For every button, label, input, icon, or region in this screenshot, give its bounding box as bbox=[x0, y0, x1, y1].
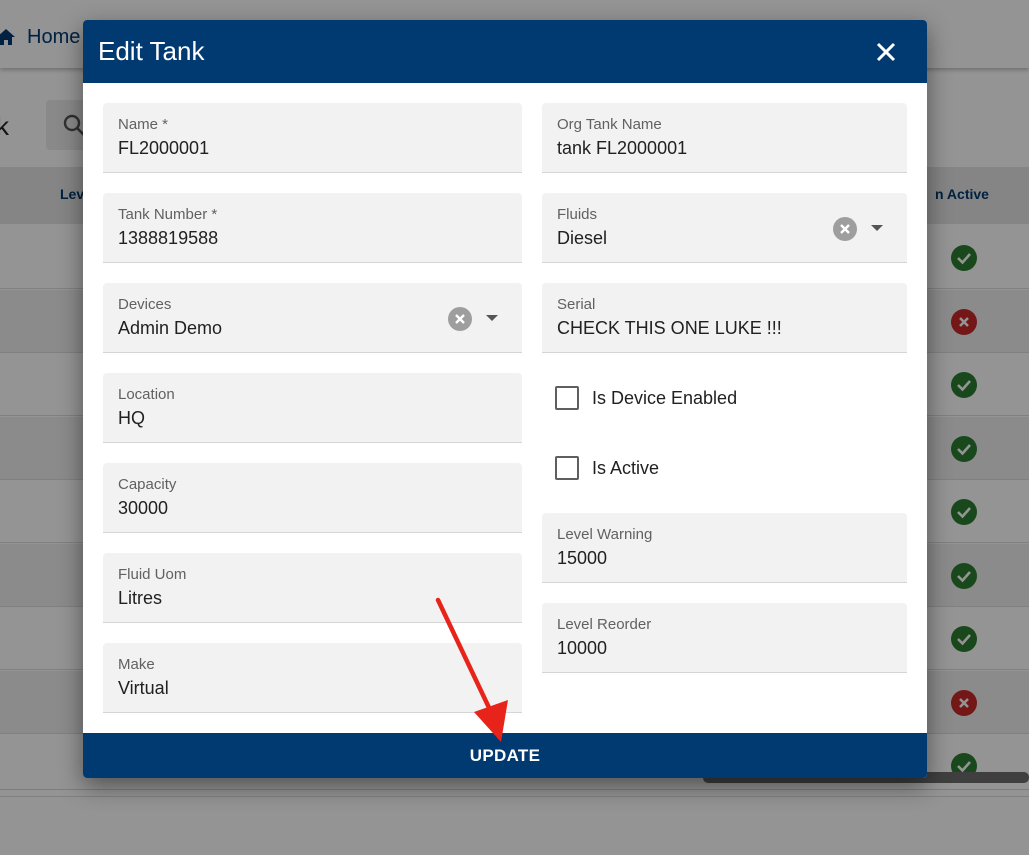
is-active-box[interactable] bbox=[555, 456, 579, 480]
location-label: Location bbox=[118, 386, 175, 403]
name-value[interactable]: FL2000001 bbox=[118, 138, 209, 159]
name-field[interactable]: Name * FL2000001 bbox=[103, 103, 522, 173]
make-field[interactable]: Make Virtual bbox=[103, 643, 522, 713]
tank-number-value[interactable]: 1388819588 bbox=[118, 228, 218, 249]
fluids-chevron-down-icon[interactable] bbox=[871, 225, 883, 231]
dialog-title: Edit Tank bbox=[98, 36, 205, 66]
fluids-clear-icon[interactable] bbox=[833, 217, 857, 241]
close-button[interactable] bbox=[871, 37, 901, 67]
fluid-uom-field[interactable]: Fluid Uom Litres bbox=[103, 553, 522, 623]
serial-field[interactable]: Serial CHECK THIS ONE LUKE !!! bbox=[542, 283, 907, 353]
is-active-label[interactable]: Is Active bbox=[592, 458, 659, 479]
edit-tank-dialog: Edit Tank Name * FL2000001 Tank Number *… bbox=[83, 20, 927, 778]
fluids-label: Fluids bbox=[557, 206, 598, 223]
capacity-field[interactable]: Capacity 30000 bbox=[103, 463, 522, 533]
make-label: Make bbox=[118, 656, 155, 673]
is-device-enabled-checkbox[interactable]: Is Device Enabled bbox=[555, 384, 855, 412]
is-device-enabled-box[interactable] bbox=[555, 386, 579, 410]
tank-number-label: Tank Number * bbox=[118, 206, 218, 223]
dialog-header: Edit Tank bbox=[83, 20, 927, 83]
level-warning-field[interactable]: Level Warning 15000 bbox=[542, 513, 907, 583]
serial-label: Serial bbox=[557, 296, 596, 313]
update-button-label: UPDATE bbox=[469, 746, 541, 765]
level-reorder-label: Level Reorder bbox=[557, 616, 652, 633]
is-device-enabled-label[interactable]: Is Device Enabled bbox=[592, 388, 737, 409]
level-warning-label: Level Warning bbox=[557, 526, 653, 543]
org-tank-name-field[interactable]: Org Tank Name tank FL2000001 bbox=[542, 103, 907, 173]
devices-value[interactable]: Admin Demo bbox=[118, 318, 222, 339]
update-button[interactable]: UPDATE bbox=[83, 733, 927, 778]
devices-select[interactable]: Devices Admin Demo bbox=[103, 283, 522, 353]
org-tank-name-label: Org Tank Name bbox=[557, 116, 662, 133]
make-value[interactable]: Virtual bbox=[118, 678, 169, 699]
close-icon bbox=[876, 42, 896, 62]
fluids-select[interactable]: Fluids Diesel bbox=[542, 193, 907, 263]
location-field[interactable]: Location HQ bbox=[103, 373, 522, 443]
level-warning-value[interactable]: 15000 bbox=[557, 548, 607, 569]
devices-label: Devices bbox=[118, 296, 172, 313]
devices-chevron-down-icon[interactable] bbox=[486, 315, 498, 321]
serial-value[interactable]: CHECK THIS ONE LUKE !!! bbox=[557, 318, 782, 339]
level-reorder-field[interactable]: Level Reorder 10000 bbox=[542, 603, 907, 673]
capacity-value[interactable]: 30000 bbox=[118, 498, 168, 519]
capacity-label: Capacity bbox=[118, 476, 177, 493]
name-label: Name * bbox=[118, 116, 169, 133]
fluid-uom-value[interactable]: Litres bbox=[118, 588, 162, 609]
is-active-checkbox[interactable]: Is Active bbox=[555, 454, 855, 482]
level-reorder-value[interactable]: 10000 bbox=[557, 638, 607, 659]
fluid-uom-label: Fluid Uom bbox=[118, 566, 187, 583]
location-value[interactable]: HQ bbox=[118, 408, 145, 429]
fluids-value[interactable]: Diesel bbox=[557, 228, 607, 249]
devices-clear-icon[interactable] bbox=[448, 307, 472, 331]
org-tank-name-value[interactable]: tank FL2000001 bbox=[557, 138, 687, 159]
tank-number-field[interactable]: Tank Number * 1388819588 bbox=[103, 193, 522, 263]
